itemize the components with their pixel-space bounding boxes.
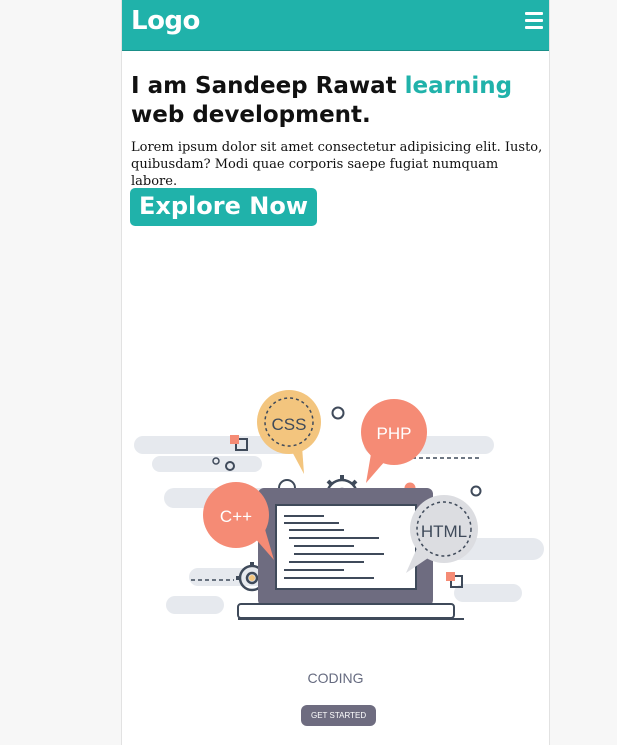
laptop-base xyxy=(237,603,455,619)
hero-section: I am Sandeep Rawat learning web developm… xyxy=(131,72,543,190)
cpp-bubble-label: C++ xyxy=(220,507,252,526)
logo[interactable]: Logo xyxy=(131,6,200,36)
page-frame: Logo I am Sandeep Rawat learning web dev… xyxy=(121,0,550,745)
hero-title-part1: I am Sandeep Rawat xyxy=(131,73,405,99)
html-bubble-label: HTML xyxy=(421,522,467,541)
hero-title-highlight: learning xyxy=(404,73,513,99)
hero-title: I am Sandeep Rawat learning web developm… xyxy=(131,72,543,130)
coding-illustration: CSS PHP C++ HTML xyxy=(134,390,544,620)
get-started-button[interactable]: GET STARTED xyxy=(301,705,377,726)
explore-now-button[interactable]: Explore Now xyxy=(130,188,317,226)
hamburger-icon[interactable] xyxy=(525,12,543,30)
navbar: Logo xyxy=(122,0,549,51)
hero-description: Lorem ipsum dolor sit amet consectetur a… xyxy=(131,140,543,189)
coding-caption: CODING xyxy=(307,670,364,686)
hero-title-part2: web development. xyxy=(131,102,371,128)
php-bubble-label: PHP xyxy=(377,424,412,443)
css-bubble-label: CSS xyxy=(272,415,307,434)
